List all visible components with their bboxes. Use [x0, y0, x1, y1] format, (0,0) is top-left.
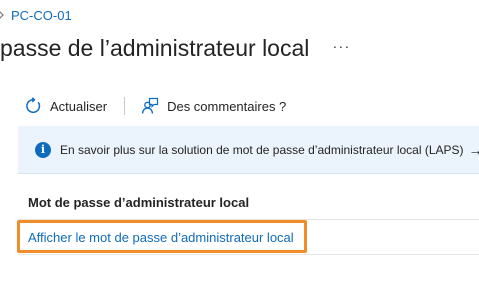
refresh-label: Actualiser [50, 98, 108, 114]
breadcrumb: PC-CO-01 [0, 6, 72, 24]
info-banner-text: En savoir plus sur la solution de mot de… [60, 142, 464, 157]
refresh-icon [24, 97, 42, 115]
page: PC-CO-01 passe de l’administrateur local… [0, 0, 479, 281]
feedback-button[interactable]: Des commentaires ? [141, 97, 286, 115]
divider [18, 254, 479, 255]
refresh-button[interactable]: Actualiser [24, 97, 107, 115]
arrow-right-icon: → [468, 141, 479, 158]
feedback-person-icon [141, 97, 159, 115]
show-password-link[interactable]: Afficher le mot de passe d’administrateu… [28, 230, 294, 245]
laps-info-banner[interactable]: i En savoir plus sur la solution de mot … [18, 126, 479, 174]
more-options-button[interactable]: ··· [331, 36, 351, 60]
section-header: Mot de passe d’administrateur local [28, 195, 250, 210]
breadcrumb-item-pc-co-01[interactable]: PC-CO-01 [11, 8, 72, 23]
toolbar-divider [124, 97, 126, 115]
info-icon: i [35, 141, 51, 158]
chevron-right-icon [0, 6, 6, 24]
toolbar: Actualiser Des commentaires ? [24, 94, 286, 118]
title-row: passe de l’administrateur local ··· [0, 30, 351, 66]
page-title: passe de l’administrateur local [0, 34, 310, 61]
feedback-label: Des commentaires ? [167, 98, 287, 114]
